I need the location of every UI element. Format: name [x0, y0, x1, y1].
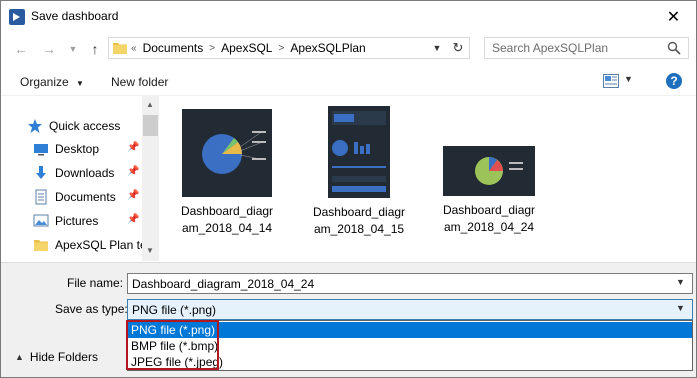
breadcrumb-item-documents[interactable]: Documents	[143, 41, 204, 55]
pie-chart-thumbnail-icon	[182, 109, 272, 197]
file-name-value: Dashboard_diagram_2018_04_24	[132, 277, 315, 291]
title-bar: Save dashboard ✕	[1, 1, 696, 32]
sidebar-item-quick-access[interactable]: Quick access	[27, 115, 120, 137]
pin-icon: 📌	[127, 166, 140, 177]
breadcrumb-item-apexsqlplan[interactable]: ApexSQLPlan	[290, 41, 365, 55]
breadcrumb-separator[interactable]: >	[209, 43, 215, 54]
pin-icon: 📌	[127, 214, 140, 225]
hide-folders-label: Hide Folders	[29, 350, 98, 364]
breadcrumb: « Documents > ApexSQL > ApexSQLPlan	[131, 41, 366, 55]
sidebar-item-label: ApexSQL Plan te	[55, 238, 142, 252]
organize-label: Organize	[20, 75, 69, 89]
folder-icon	[113, 43, 127, 54]
command-bar: Organize ▼ New folder ▼ ?	[1, 68, 696, 96]
close-icon: ✕	[666, 8, 681, 26]
scroll-down-icon[interactable]: ▼	[146, 246, 154, 255]
close-button[interactable]: ✕	[651, 1, 696, 32]
recent-locations-button[interactable]: ▼	[63, 39, 83, 59]
save-options-panel: File name: Dashboard_diagram_2018_04_24 …	[1, 262, 696, 377]
sidebar-item-label: Downloads	[55, 166, 115, 180]
pictures-icon	[33, 214, 49, 227]
search-box[interactable]: Search ApexSQLPlan	[484, 37, 689, 59]
folder-icon	[34, 240, 48, 251]
chevron-down-icon: ▼	[76, 79, 84, 88]
sidebar-item-label: Quick access	[49, 119, 121, 133]
file-thumbnail	[443, 146, 535, 196]
forward-button[interactable]: →	[39, 39, 59, 59]
highlight-annotation-box	[126, 320, 219, 370]
breadcrumb-overflow[interactable]: «	[131, 43, 137, 54]
file-name-line: am_2018_04_15	[313, 222, 405, 236]
up-arrow-icon: ↑	[91, 41, 99, 57]
up-button[interactable]: ↑	[85, 39, 105, 59]
sidebar-item-pictures[interactable]: Pictures 📌	[33, 210, 143, 232]
file-name-field-label: File name:	[67, 276, 124, 290]
address-bar[interactable]: « Documents > ApexSQL > ApexSQLPlan ▼ ↻	[108, 37, 470, 59]
save-as-type-label: Save as type:	[55, 302, 128, 316]
chevron-down-icon: ▼	[68, 44, 78, 54]
file-thumbnail	[328, 106, 390, 198]
address-dropdown-button[interactable]: ▼	[429, 40, 445, 56]
search-input[interactable]: Search ApexSQLPlan	[492, 41, 608, 55]
breadcrumb-separator[interactable]: >	[278, 43, 284, 54]
desktop-icon	[34, 144, 48, 156]
dashboard-thumbnail-icon	[328, 106, 390, 198]
back-arrow-icon: ←	[14, 41, 28, 57]
window-title: Save dashboard	[31, 9, 119, 23]
file-name-label: Dashboard_diagr am_2018_04_15	[309, 204, 409, 238]
navigation-scrollbar[interactable]: ▲ ▼	[142, 96, 159, 261]
sidebar-item-downloads[interactable]: Downloads 📌	[33, 162, 143, 184]
save-as-type-select[interactable]: PNG file (*.png) ▼	[127, 299, 693, 320]
sidebar-item-documents[interactable]: Documents 📌	[33, 186, 143, 208]
chevron-down-icon[interactable]: ▼	[676, 303, 685, 313]
forward-arrow-icon: →	[42, 41, 56, 57]
back-button[interactable]: ←	[11, 39, 31, 59]
file-name-label: Dashboard_diagr am_2018_04_24	[439, 202, 539, 236]
view-options-icon[interactable]	[603, 74, 619, 88]
pie-chart-thumbnail-icon	[443, 146, 535, 196]
refresh-icon: ↻	[452, 40, 464, 55]
save-as-type-value: PNG file (*.png)	[132, 303, 217, 317]
view-dropdown-button[interactable]: ▼	[624, 74, 633, 84]
navigation-pane: Quick access Desktop 📌 Downloads 📌 Docum…	[1, 96, 159, 261]
file-name-field[interactable]: Dashboard_diagram_2018_04_24 ▼	[127, 273, 693, 294]
new-folder-button[interactable]: New folder	[111, 75, 168, 89]
hide-folders-button[interactable]: ▲ Hide Folders	[15, 350, 98, 364]
file-name-line: am_2018_04_14	[181, 221, 273, 235]
sidebar-item-desktop[interactable]: Desktop 📌	[33, 138, 143, 160]
scroll-up-icon[interactable]: ▲	[146, 100, 154, 109]
scrollbar-thumb[interactable]	[143, 115, 158, 136]
chevron-down-icon[interactable]: ▼	[676, 277, 685, 287]
chevron-down-icon: ▼	[624, 74, 633, 84]
pin-icon: 📌	[127, 142, 140, 153]
file-item[interactable]: Dashboard_diagr am_2018_04_14	[177, 109, 277, 237]
chevron-up-icon: ▲	[15, 352, 24, 362]
search-icon	[667, 41, 681, 55]
file-name-line: Dashboard_diagr	[442, 203, 536, 217]
app-icon	[9, 9, 25, 25]
star-icon	[28, 119, 42, 133]
file-thumbnail	[182, 109, 272, 197]
sidebar-item-label: Pictures	[55, 214, 99, 228]
refresh-button[interactable]: ↻	[449, 40, 467, 56]
organize-menu-button[interactable]: Organize ▼	[20, 75, 84, 89]
breadcrumb-item-apexsql[interactable]: ApexSQL	[221, 41, 272, 55]
sidebar-item-label: Desktop	[55, 142, 100, 156]
save-dialog: Save dashboard ✕ ← → ▼ ↑ « Documents > A…	[0, 0, 697, 378]
help-icon[interactable]: ?	[666, 73, 682, 89]
file-name-line: Dashboard_diagr	[180, 204, 274, 218]
file-item[interactable]: Dashboard_diagr am_2018_04_24	[439, 146, 539, 236]
chevron-down-icon: ▼	[432, 43, 442, 53]
file-item[interactable]: Dashboard_diagr am_2018_04_15	[309, 106, 409, 238]
pin-icon: 📌	[127, 190, 140, 201]
sidebar-item-label: Documents	[55, 190, 116, 204]
file-name-line: am_2018_04_24	[443, 220, 535, 234]
sidebar-item-apexsql-plan[interactable]: ApexSQL Plan te	[33, 234, 142, 256]
document-icon	[35, 189, 47, 205]
download-arrow-icon	[36, 166, 46, 179]
file-name-line: Dashboard_diagr	[312, 205, 406, 219]
file-name-label: Dashboard_diagr am_2018_04_14	[177, 203, 277, 237]
